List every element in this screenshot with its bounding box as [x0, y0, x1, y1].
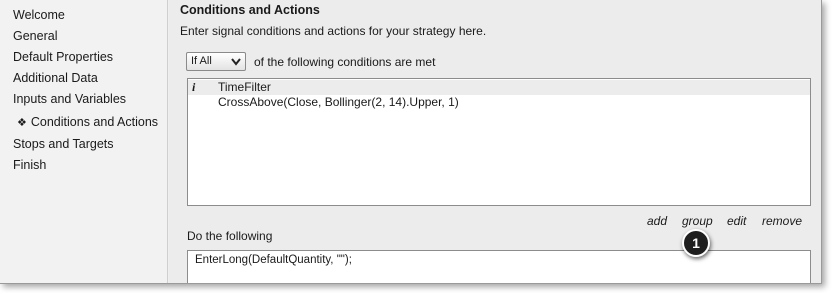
- condition-mode-select[interactable]: If All: [186, 52, 246, 71]
- condition-row[interactable]: i TimeFilter: [188, 80, 810, 95]
- conditions-label: of the following conditions are met: [254, 55, 436, 69]
- condition-text: TimeFilter: [218, 80, 271, 94]
- sidebar-item-welcome[interactable]: Welcome: [13, 6, 65, 24]
- condition-row[interactable]: CrossAbove(Close, Bollinger(2, 14).Upper…: [188, 95, 810, 110]
- sidebar-item-additional-data[interactable]: Additional Data: [13, 69, 98, 87]
- sidebar-item-conditions-and-actions[interactable]: ❖ Conditions and Actions: [17, 113, 158, 131]
- conditions-list[interactable]: i TimeFilter CrossAbove(Close, Bollinger…: [187, 78, 811, 206]
- sidebar-item-default-properties[interactable]: Default Properties: [13, 48, 113, 66]
- sidebar-item-label: Conditions and Actions: [30, 115, 159, 129]
- add-link[interactable]: add: [647, 214, 667, 228]
- edit-link[interactable]: edit: [727, 214, 746, 228]
- sidebar-item-stops-and-targets[interactable]: Stops and Targets: [13, 135, 114, 153]
- page-subtitle: Enter signal conditions and actions for …: [180, 24, 487, 38]
- group-link[interactable]: group: [682, 214, 713, 228]
- sidebar-item-finish[interactable]: Finish: [13, 156, 46, 174]
- sidebar-item-inputs-and-variables[interactable]: Inputs and Variables: [13, 90, 126, 108]
- info-icon: i: [192, 80, 196, 94]
- actions-list[interactable]: EnterLong(DefaultQuantity, "");: [187, 250, 811, 283]
- wizard-window: Welcome General Default Properties Addit…: [0, 0, 822, 284]
- actions-label: Do the following: [187, 229, 273, 243]
- wizard-sidebar: Welcome General Default Properties Addit…: [0, 0, 168, 283]
- action-text[interactable]: EnterLong(DefaultQuantity, "");: [195, 254, 352, 266]
- sidebar-item-general[interactable]: General: [13, 27, 57, 45]
- chevron-down-icon: [231, 53, 241, 76]
- page-title: Conditions and Actions: [180, 3, 320, 17]
- active-marker-icon: ❖: [17, 117, 27, 129]
- condition-mode-value: If All: [191, 55, 212, 67]
- remove-link[interactable]: remove: [762, 214, 802, 228]
- condition-text: CrossAbove(Close, Bollinger(2, 14).Upper…: [218, 95, 459, 109]
- main-panel: Conditions and Actions Enter signal cond…: [169, 0, 821, 283]
- callout-badge: 1: [682, 229, 710, 257]
